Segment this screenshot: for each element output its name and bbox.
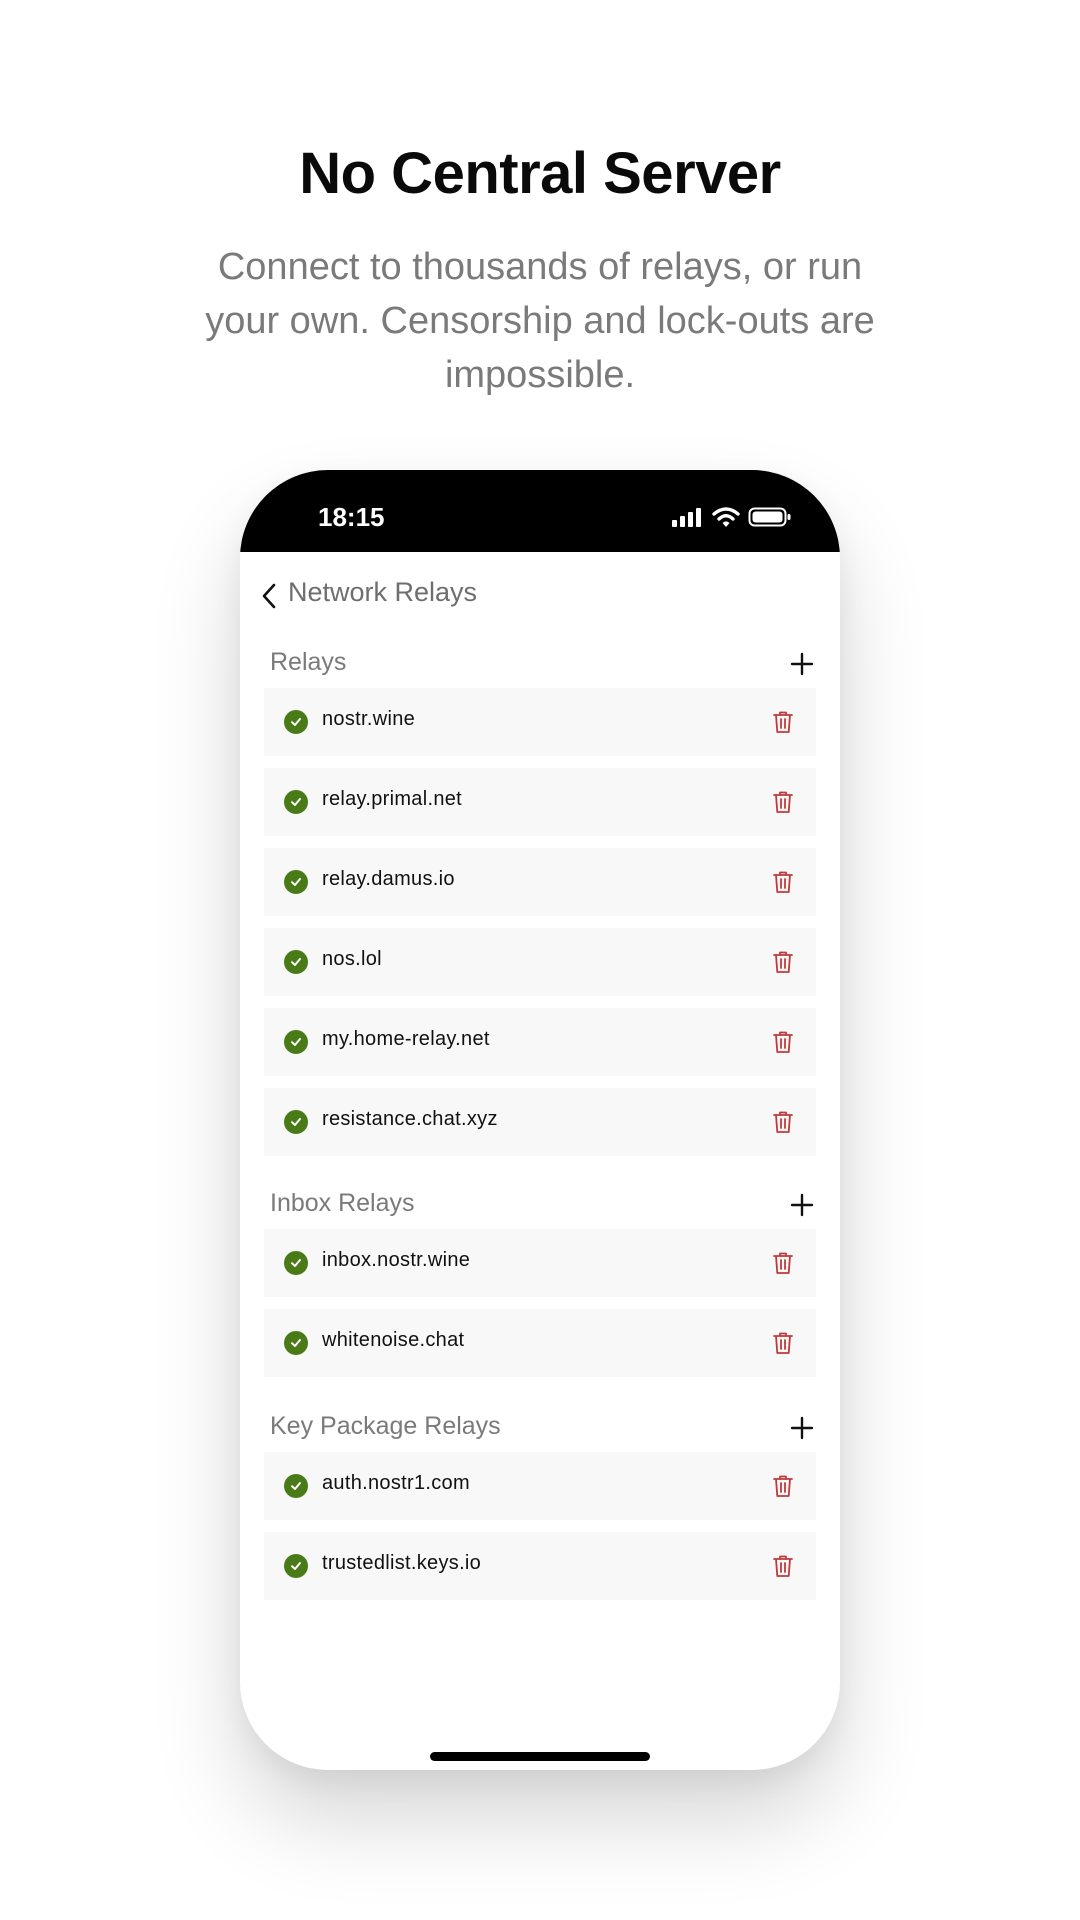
relay-name: resistance.chat.xyz (322, 1108, 498, 1130)
plus-icon (790, 1193, 814, 1217)
relay-name: my.home-relay.net (322, 1028, 490, 1050)
subtitle: Connect to thousands of relays, or run y… (205, 246, 875, 396)
check-circle-icon (284, 1331, 308, 1355)
delete-relay-button[interactable] (768, 1026, 798, 1058)
relay-item[interactable]: resistance.chat.xyz (264, 1088, 816, 1156)
add-relay-button[interactable] (784, 646, 820, 682)
relay-item[interactable]: auth.nostr1.com (264, 1452, 816, 1520)
chevron-left-icon (262, 583, 276, 609)
delete-relay-button[interactable] (768, 1550, 798, 1582)
check-circle-icon (284, 1110, 308, 1134)
relay-name: inbox.nostr.wine (322, 1249, 471, 1271)
delete-relay-button[interactable] (768, 1106, 798, 1138)
delete-relay-button[interactable] (768, 706, 798, 738)
section-label-relays: Relays (270, 648, 347, 676)
relay-name: nos.lol (322, 948, 382, 970)
relay-item[interactable]: inbox.nostr.wine (264, 1229, 816, 1297)
relay-item[interactable]: trustedlist.keys.io (264, 1532, 816, 1600)
relay-item[interactable]: nostr.wine (264, 688, 816, 756)
delete-relay-button[interactable] (768, 866, 798, 898)
wifi-icon (712, 507, 740, 527)
trash-icon (773, 1555, 793, 1577)
check-circle-icon (284, 710, 308, 734)
relay-name: relay.damus.io (322, 868, 455, 890)
back-button[interactable] (254, 578, 284, 614)
check-circle-icon (284, 1251, 308, 1275)
trash-icon (773, 951, 793, 973)
delete-relay-button[interactable] (768, 946, 798, 978)
relay-item[interactable]: my.home-relay.net (264, 1008, 816, 1076)
battery-icon (748, 507, 791, 527)
trash-icon (773, 1111, 793, 1133)
screen-header: Network Relays (240, 552, 840, 636)
delete-relay-button[interactable] (768, 1470, 798, 1502)
check-circle-icon (284, 790, 308, 814)
trash-icon (773, 871, 793, 893)
check-circle-icon (284, 1474, 308, 1498)
relay-item[interactable]: relay.primal.net (264, 768, 816, 836)
delete-relay-button[interactable] (768, 786, 798, 818)
delete-relay-button[interactable] (768, 1327, 798, 1359)
add-inbox-relay-button[interactable] (784, 1187, 820, 1223)
check-circle-icon (284, 950, 308, 974)
trash-icon (773, 791, 793, 813)
headline: No Central Server (299, 141, 781, 206)
relay-item[interactable]: relay.damus.io (264, 848, 816, 916)
check-circle-icon (284, 1030, 308, 1054)
status-bar: 18:15 (240, 470, 840, 552)
section-label-inbox-relays: Inbox Relays (270, 1189, 415, 1217)
inbox-relays-list: inbox.nostr.wine whitenoise.chat (264, 1229, 816, 1389)
status-time: 18:15 (318, 502, 385, 532)
screen-title: Network Relays (288, 577, 478, 607)
trash-icon (773, 1252, 793, 1274)
key-package-relays-list: auth.nostr1.com trustedlist.keys.io (264, 1452, 816, 1612)
status-icons (672, 506, 792, 528)
plus-icon (790, 652, 814, 676)
delete-relay-button[interactable] (768, 1247, 798, 1279)
relay-item[interactable]: whitenoise.chat (264, 1309, 816, 1377)
check-circle-icon (284, 870, 308, 894)
trash-icon (773, 711, 793, 733)
cellular-signal-icon (672, 508, 701, 527)
plus-icon (790, 1416, 814, 1440)
add-key-package-relay-button[interactable] (784, 1410, 820, 1446)
relay-item[interactable]: nos.lol (264, 928, 816, 996)
relay-name: relay.primal.net (322, 788, 463, 810)
relay-name: trustedlist.keys.io (322, 1552, 482, 1574)
relay-name: whitenoise.chat (322, 1329, 465, 1351)
relay-name: nostr.wine (322, 708, 416, 730)
home-indicator (430, 1752, 650, 1761)
trash-icon (773, 1332, 793, 1354)
check-circle-icon (284, 1554, 308, 1578)
phone-frame: 18:15 Network Relays Relays nostr.wine r… (240, 470, 840, 1770)
relay-name: auth.nostr1.com (322, 1472, 470, 1494)
section-label-key-package-relays: Key Package Relays (270, 1412, 501, 1440)
trash-icon (773, 1031, 793, 1053)
trash-icon (773, 1475, 793, 1497)
relays-list: nostr.wine relay.primal.net relay.damus.… (264, 688, 816, 1168)
